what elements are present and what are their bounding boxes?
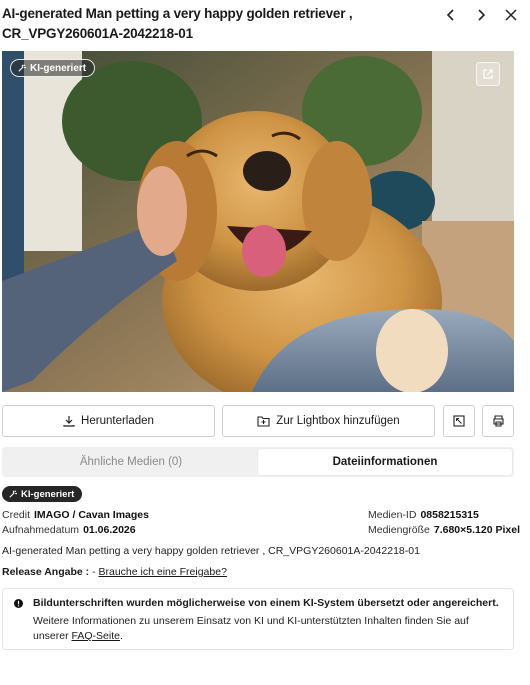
share-icon [483,69,493,79]
add-to-lightbox-button[interactable]: Zur Lightbox hinzufügen [222,405,435,437]
tab-file-info[interactable]: Dateiinformationen [258,449,512,475]
size-value: 7.680×5.120 Pixel [433,524,520,536]
media-id-label: Medien-ID [368,509,417,521]
print-button[interactable] [482,405,514,437]
sparkle-icon [18,64,26,72]
fullscreen-button[interactable] [443,405,475,437]
info-icon [14,599,23,608]
media-image[interactable]: KI-generiert [2,51,514,392]
previous-button[interactable] [440,4,462,26]
close-button[interactable] [500,4,522,26]
chevron-right-icon [478,9,486,21]
size-row: Mediengröße 7.680×5.120 Pixel [368,523,520,538]
action-bar: Herunterladen Zur Lightbox hinzufügen [2,405,514,437]
tab-bar: Ähnliche Medien (0) Dateiinformationen [2,447,514,477]
ai-badge-text: KI-generiert [21,488,75,500]
notice-title: Bildunterschriften wurden möglicherweise… [33,597,499,609]
caption-text: AI-generated Man petting a very happy go… [2,545,420,557]
tab-similar-media[interactable]: Ähnliche Medien (0) [4,449,258,475]
release-help-link[interactable]: Brauche ich eine Freigabe? [99,566,227,578]
dog-photo [2,51,514,392]
credit-row: Credit IMAGO / Cavan Images [2,508,149,523]
share-button[interactable] [476,62,500,86]
nav-controls [440,4,522,26]
media-id-value: 0858215315 [420,509,479,521]
credit-value: IMAGO / Cavan Images [34,509,149,521]
date-label: Aufnahmedatum [2,524,80,536]
size-label: Mediengröße [368,524,430,536]
release-row: Release Angabe : - Brauche ich eine Frei… [2,566,227,578]
release-label: Release Angabe : [2,566,90,578]
credit-label: Credit [2,509,31,521]
ai-notice: Bildunterschriften wurden möglicherweise… [2,588,514,650]
lightbox-label: Zur Lightbox hinzufügen [276,415,400,427]
media-id-row: Medien-ID 0858215315 [368,508,479,523]
close-icon [505,9,517,21]
folder-plus-icon [257,416,270,427]
download-button[interactable]: Herunterladen [2,405,215,437]
download-icon [63,416,75,427]
chevron-left-icon [446,9,454,21]
date-row: Aufnahmedatum 01.06.2026 [2,523,136,538]
date-value: 01.06.2026 [83,524,136,536]
release-dash: - [92,566,96,578]
notice-body: Weitere Informationen zu unserem Einsatz… [33,614,503,644]
download-label: Herunterladen [81,415,154,427]
faq-link[interactable]: FAQ-Seite [72,630,120,642]
print-icon [492,415,504,427]
header: AI-generated Man petting a very happy go… [2,4,442,44]
next-button[interactable] [470,4,492,26]
sparkle-icon [9,490,17,498]
media-title: AI-generated Man petting a very happy go… [2,6,353,41]
ai-generated-badge: KI-generiert [2,486,83,502]
ai-generated-badge-overlay: KI-generiert [10,59,96,77]
ai-badge-label: KI-generiert [30,62,87,74]
expand-icon [453,415,465,427]
notice-period: . [119,630,123,642]
